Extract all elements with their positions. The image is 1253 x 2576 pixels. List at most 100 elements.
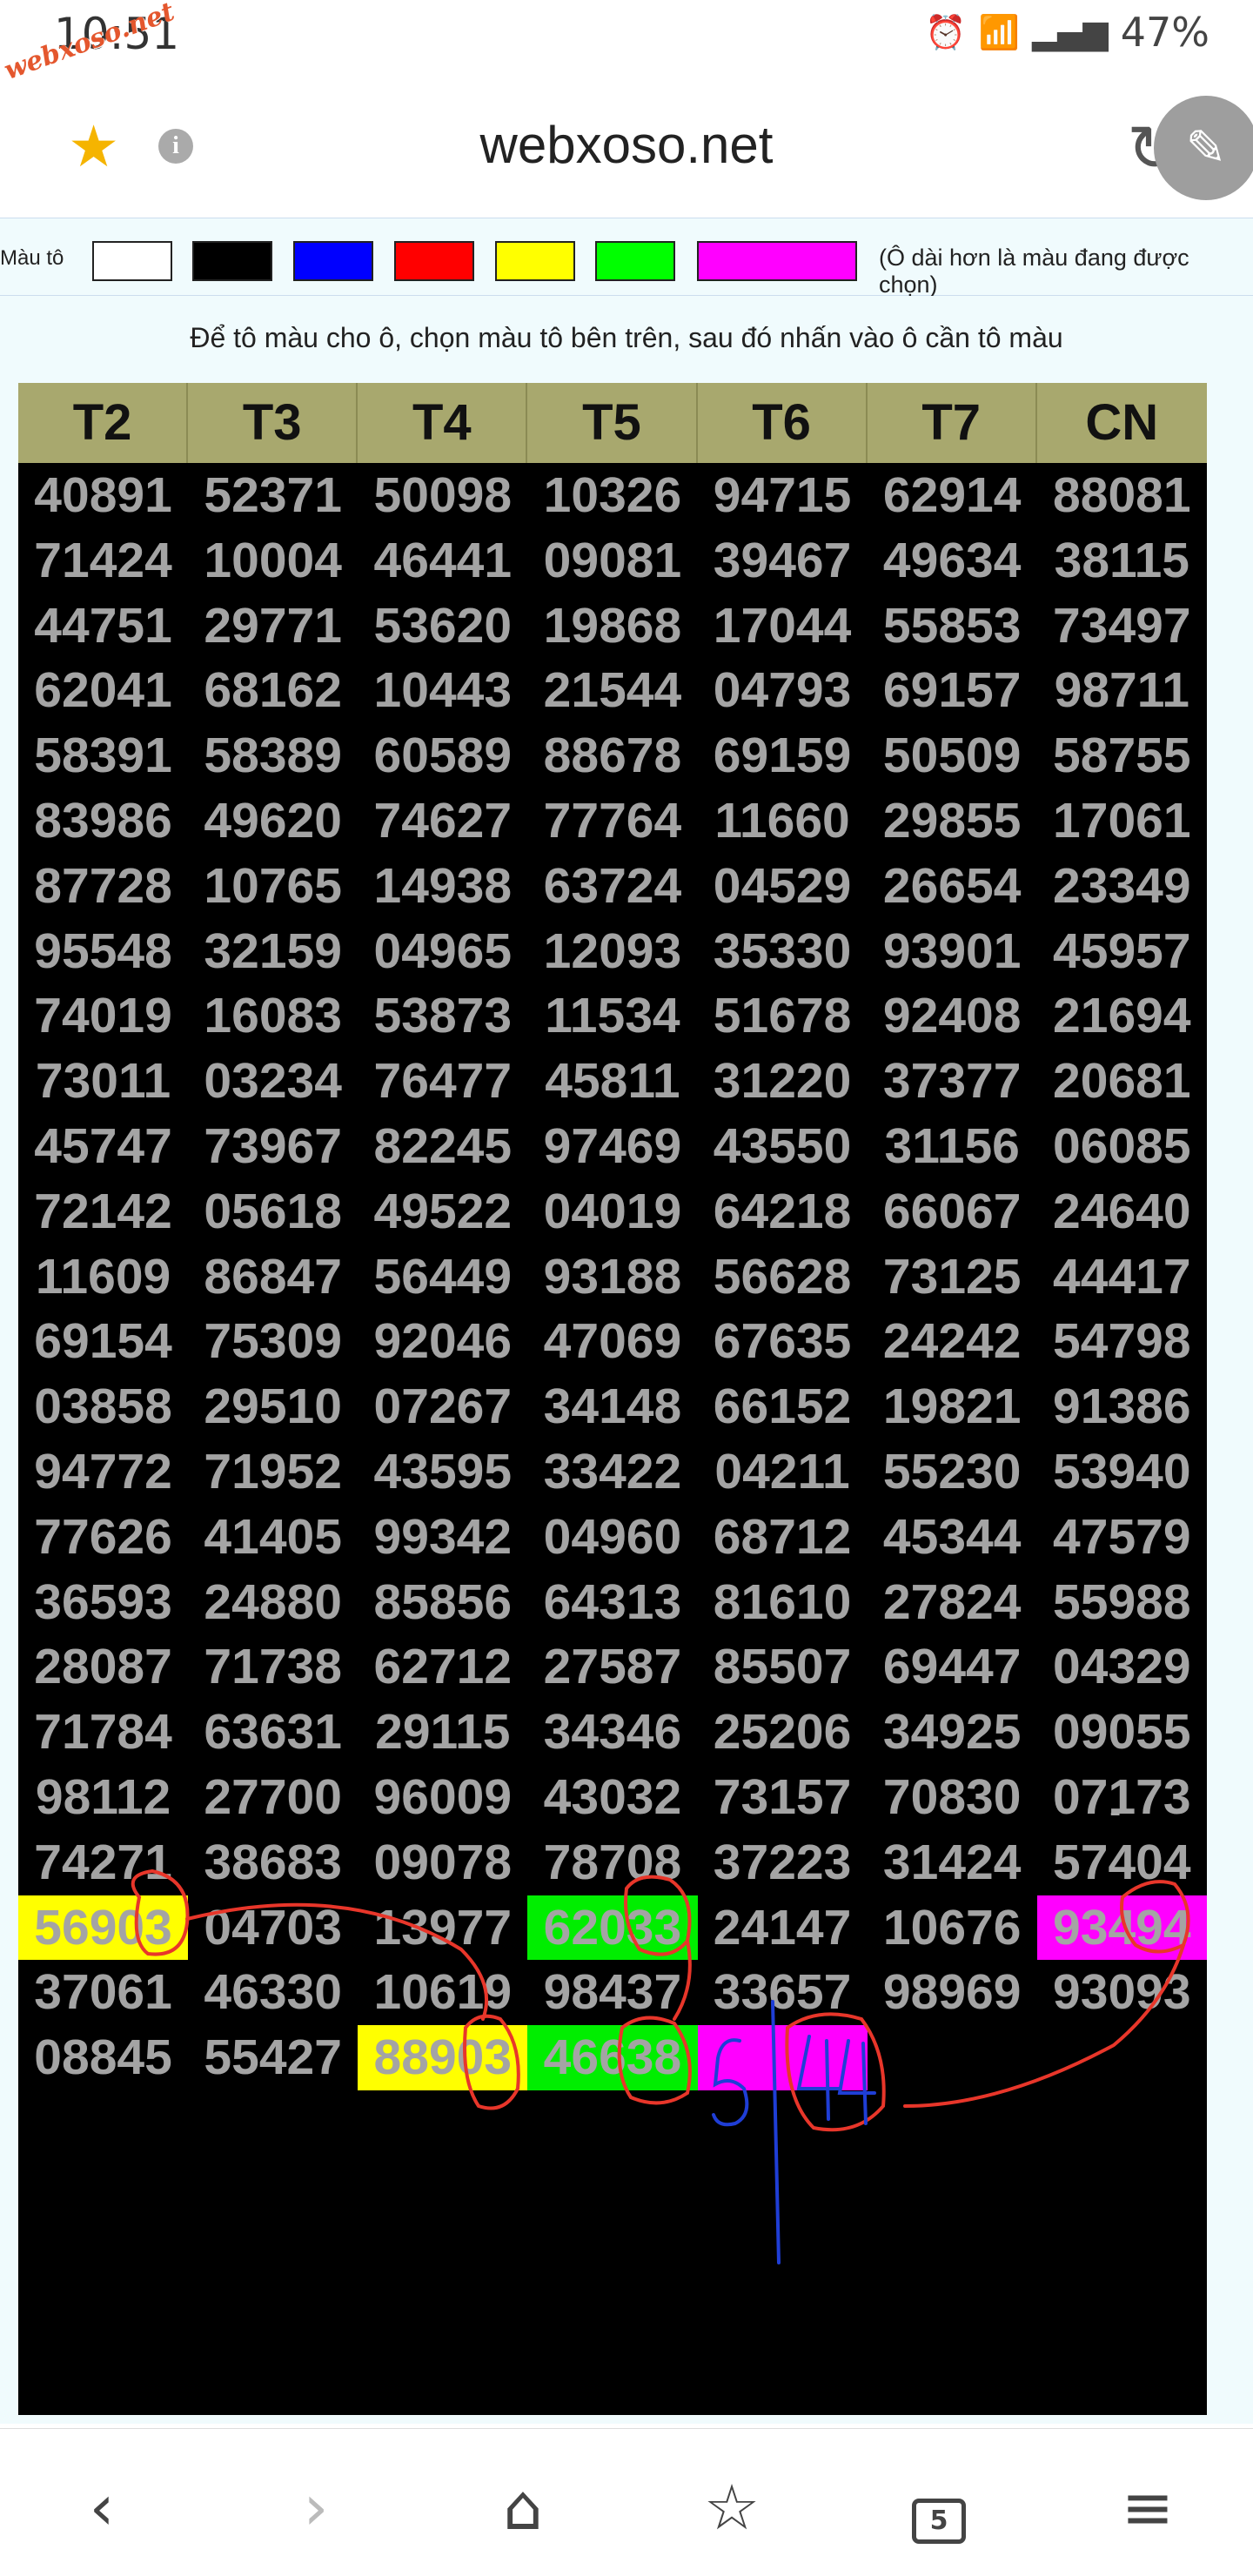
number-cell[interactable]: 52371 [188, 463, 358, 528]
number-cell[interactable]: 85507 [698, 1634, 868, 1700]
number-cell[interactable]: 10443 [358, 658, 527, 723]
number-cell[interactable]: 04211 [698, 1439, 868, 1505]
number-cell[interactable]: 62914 [868, 463, 1037, 528]
number-cell[interactable]: 10765 [188, 854, 358, 919]
number-cell[interactable]: 21544 [527, 658, 697, 723]
number-cell[interactable]: 60589 [358, 723, 527, 788]
number-cell[interactable]: 04965 [358, 919, 527, 984]
number-cell[interactable]: 45747 [18, 1114, 188, 1179]
number-cell[interactable]: 03858 [18, 1374, 188, 1439]
number-cell[interactable]: 93494 [1036, 1895, 1207, 1961]
number-cell[interactable]: 29510 [188, 1374, 358, 1439]
number-cell[interactable]: 09055 [1037, 1700, 1207, 1765]
url-text[interactable]: webxoso.net [0, 115, 1253, 175]
forward-icon[interactable]: › [277, 2472, 355, 2542]
number-cell[interactable]: 11660 [698, 788, 868, 854]
number-cell[interactable]: 47069 [527, 1309, 697, 1374]
number-cell[interactable]: 49634 [868, 528, 1037, 594]
number-cell[interactable]: 68162 [188, 658, 358, 723]
number-cell[interactable]: 75309 [188, 1309, 358, 1374]
number-cell[interactable]: 04329 [1037, 1634, 1207, 1700]
number-cell[interactable]: 38683 [188, 1830, 358, 1895]
number-cell[interactable]: 19821 [868, 1374, 1037, 1439]
number-cell[interactable]: 44417 [1037, 1244, 1207, 1310]
number-cell[interactable]: 27824 [868, 1570, 1037, 1635]
number-cell[interactable]: 83986 [18, 788, 188, 854]
number-cell[interactable]: 33422 [527, 1439, 697, 1505]
number-cell[interactable]: 88081 [1037, 463, 1207, 528]
number-cell[interactable]: 09078 [358, 1830, 527, 1895]
number-cell[interactable]: 93093 [1037, 1960, 1207, 2025]
number-cell[interactable]: 66152 [698, 1374, 868, 1439]
number-cell[interactable]: 74627 [358, 788, 527, 854]
number-cell[interactable]: 56449 [358, 1244, 527, 1310]
number-cell[interactable]: 73967 [188, 1114, 358, 1179]
number-cell[interactable] [697, 2025, 868, 2090]
number-cell[interactable]: 93901 [868, 919, 1037, 984]
number-cell[interactable]: 78708 [527, 1830, 697, 1895]
number-cell[interactable] [868, 2025, 1037, 2090]
number-cell[interactable]: 63631 [188, 1700, 358, 1765]
number-cell[interactable]: 39467 [698, 528, 868, 594]
number-cell[interactable]: 34925 [868, 1700, 1037, 1765]
number-cell[interactable]: 72142 [18, 1179, 188, 1244]
number-cell[interactable]: 29771 [188, 594, 358, 659]
number-cell[interactable]: 14938 [358, 854, 527, 919]
number-cell[interactable]: 16083 [188, 983, 358, 1049]
number-cell[interactable]: 36593 [18, 1570, 188, 1635]
number-cell[interactable]: 31424 [868, 1830, 1037, 1895]
number-cell[interactable]: 28087 [18, 1634, 188, 1700]
number-cell[interactable]: 23349 [1037, 854, 1207, 919]
number-cell[interactable]: 56628 [698, 1244, 868, 1310]
number-cell[interactable]: 24640 [1037, 1179, 1207, 1244]
number-cell[interactable]: 49620 [188, 788, 358, 854]
number-cell[interactable]: 53873 [358, 983, 527, 1049]
number-cell[interactable]: 51678 [698, 983, 868, 1049]
number-cell[interactable]: 43550 [698, 1114, 868, 1179]
number-cell[interactable]: 20681 [1037, 1049, 1207, 1114]
number-cell[interactable]: 33657 [698, 1960, 868, 2025]
number-cell[interactable]: 91386 [1037, 1374, 1207, 1439]
swatch-black[interactable] [192, 241, 272, 281]
number-cell[interactable]: 10619 [358, 1960, 527, 2025]
number-cell[interactable]: 46441 [358, 528, 527, 594]
number-cell[interactable]: 40891 [18, 463, 188, 528]
number-cell[interactable]: 71784 [18, 1700, 188, 1765]
number-cell[interactable]: 24242 [868, 1309, 1037, 1374]
number-cell[interactable]: 50509 [868, 723, 1037, 788]
number-cell[interactable]: 10326 [527, 463, 697, 528]
number-cell[interactable]: 29115 [358, 1700, 527, 1765]
number-cell[interactable]: 04703 [188, 1895, 358, 1961]
number-cell[interactable]: 47579 [1037, 1505, 1207, 1570]
number-cell[interactable]: 74271 [18, 1830, 188, 1895]
number-cell[interactable]: 77764 [527, 788, 697, 854]
swatch-magenta-selected[interactable] [697, 241, 857, 281]
number-cell[interactable]: 98711 [1037, 658, 1207, 723]
number-cell[interactable]: 56903 [18, 1895, 189, 1961]
number-cell[interactable]: 55988 [1037, 1570, 1207, 1635]
number-cell[interactable]: 04960 [527, 1505, 697, 1570]
number-cell[interactable]: 43032 [527, 1765, 697, 1830]
number-cell[interactable]: 24880 [188, 1570, 358, 1635]
swatch-white[interactable] [92, 241, 172, 281]
number-cell[interactable]: 12093 [527, 919, 697, 984]
number-cell[interactable]: 50098 [358, 463, 527, 528]
number-cell[interactable]: 04019 [527, 1179, 697, 1244]
number-cell[interactable]: 98112 [18, 1765, 188, 1830]
number-cell[interactable]: 37223 [698, 1830, 868, 1895]
number-cell[interactable]: 64218 [698, 1179, 868, 1244]
number-cell[interactable]: 99342 [358, 1505, 527, 1570]
number-cell[interactable]: 62712 [358, 1634, 527, 1700]
number-cell[interactable]: 31156 [868, 1114, 1037, 1179]
number-cell[interactable]: 76477 [358, 1049, 527, 1114]
number-cell[interactable]: 96009 [358, 1765, 527, 1830]
number-cell[interactable]: 81610 [698, 1570, 868, 1635]
number-cell[interactable]: 58755 [1037, 723, 1207, 788]
number-cell[interactable]: 35330 [698, 919, 868, 984]
number-cell[interactable]: 25206 [698, 1700, 868, 1765]
number-cell[interactable]: 92046 [358, 1309, 527, 1374]
swatch-green[interactable] [595, 241, 675, 281]
number-cell[interactable]: 82245 [358, 1114, 527, 1179]
number-cell[interactable]: 63724 [527, 854, 697, 919]
number-cell[interactable]: 24147 [698, 1895, 868, 1961]
